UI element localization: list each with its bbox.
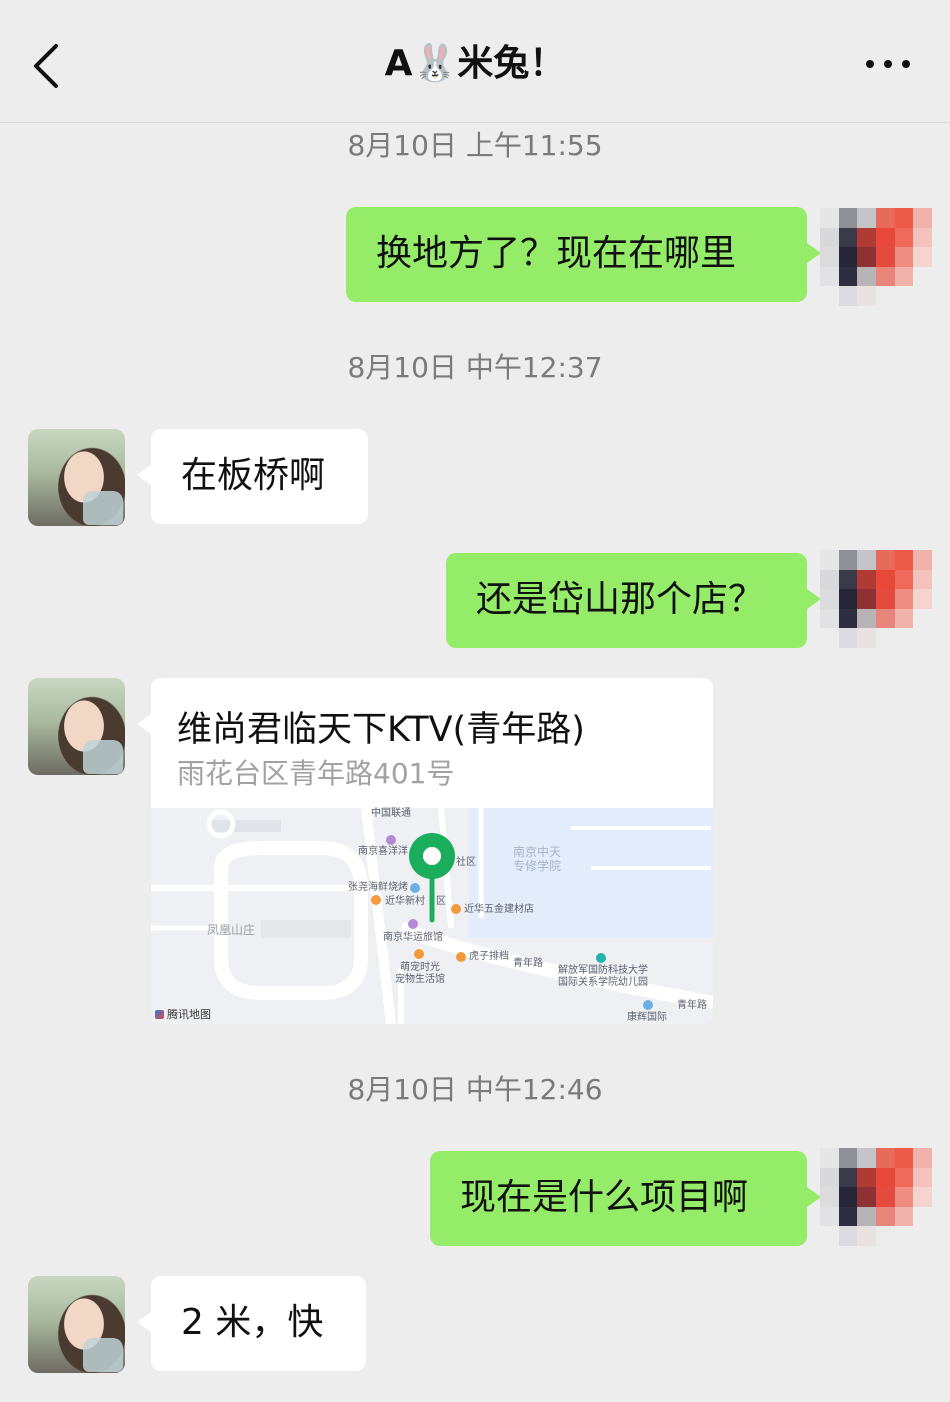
message-bubble-incoming[interactable]: 在板桥啊	[137, 429, 368, 524]
map-label: 凤凰山庄	[207, 923, 256, 937]
timestamp: 8月10日 中午12:37	[347, 351, 603, 384]
map-label: 解放军国防科技大学	[558, 965, 648, 976]
ellipsis-icon[interactable]	[862, 52, 914, 76]
map-label: 南京中天	[513, 845, 562, 859]
map-roads	[151, 808, 713, 1024]
map-label: 张尧海鲜烧烤	[348, 882, 408, 893]
avatar[interactable]	[820, 1148, 932, 1246]
location-address: 雨花台区青年路401号	[177, 757, 455, 790]
bubble-tail	[137, 714, 151, 734]
map-label: 青年路	[677, 1000, 707, 1011]
timestamp: 8月10日 中午12:46	[347, 1073, 603, 1106]
avatar[interactable]	[28, 678, 125, 775]
map-preview[interactable]: 中国联通 南京喜洋洋 南京中天 专修学院 张尧海鲜烧烤 近华新村 区 社区 近华…	[151, 808, 713, 1024]
map-label: 区	[436, 896, 446, 907]
map-label: 近华新村	[385, 896, 425, 907]
map-label: 青年路	[513, 958, 543, 969]
chat-title: A🐰米兔！	[384, 43, 566, 84]
location-name: 维尚君临天下KTV(青年路)	[177, 710, 585, 750]
map-label: 康辉国际	[627, 1012, 667, 1023]
map-label: 南京喜洋洋	[358, 846, 408, 857]
message-bubble-outgoing[interactable]: 现在是什么项目啊	[430, 1151, 821, 1246]
map-label: 虎子排档	[469, 951, 509, 962]
map-label: 萌宠时光	[400, 962, 440, 973]
map-label: 南京华运旅馆	[383, 932, 443, 943]
map-provider-logo: 腾讯地图	[155, 1006, 211, 1022]
message-bubble-outgoing[interactable]: 换地方了？现在在哪里	[346, 207, 821, 302]
avatar[interactable]	[820, 550, 932, 648]
map-label: 国际关系学院幼儿园	[558, 977, 648, 988]
avatar[interactable]	[28, 1276, 125, 1373]
timestamp: 8月10日 上午11:55	[347, 129, 603, 162]
map-logo-icon	[155, 1010, 164, 1019]
map-label: 中国联通	[371, 808, 411, 819]
chat-header: A🐰米兔！	[0, 0, 950, 123]
message-bubble-incoming[interactable]: 2 米，快	[137, 1276, 366, 1371]
map-label: 社区	[456, 857, 476, 868]
location-card[interactable]: 维尚君临天下KTV(青年路) 雨花台区青年路401号 中国联通 南京喜洋洋 南京…	[151, 678, 713, 1024]
avatar[interactable]	[820, 208, 932, 306]
map-label: 宠物生活馆	[395, 974, 445, 985]
map-label: 近华五金建材店	[464, 904, 534, 915]
map-label: 专修学院	[513, 859, 562, 873]
avatar[interactable]	[28, 429, 125, 526]
message-bubble-outgoing[interactable]: 还是岱山那个店？	[446, 553, 821, 648]
